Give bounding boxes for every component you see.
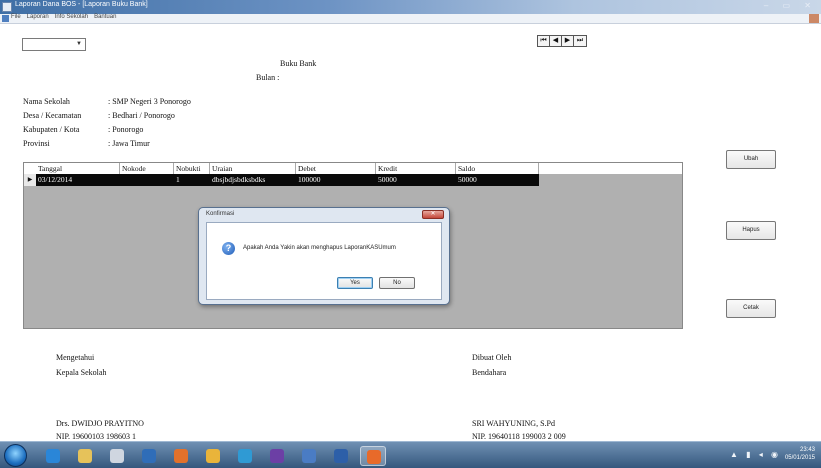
window-controls[interactable]: – ▭ ✕ <box>764 1 817 10</box>
outlook-icon <box>142 449 156 463</box>
menu-laporan[interactable]: Laporan <box>27 14 49 20</box>
info-label: Kabupaten / Kota <box>23 125 80 134</box>
info-value: : Bedhari / Ponorogo <box>108 111 175 120</box>
table-cell: 50000 <box>378 175 397 184</box>
taskbar-button[interactable] <box>328 446 354 466</box>
sig-left-nip: NIP. 19600103 198603 1 <box>56 432 137 441</box>
window-title: Laporan Dana BOS - [Laporan Buku Bank] <box>15 1 148 8</box>
taskbar-button[interactable] <box>200 446 226 466</box>
yes-button[interactable]: Yes <box>337 277 373 289</box>
column-header-saldo[interactable]: Saldo <box>456 163 539 174</box>
app-icon-orange <box>367 450 381 464</box>
confirm-dialog: Konfirmasi ✕ ? Apakah Anda Yakin akan me… <box>198 207 450 305</box>
document-icon <box>2 15 9 22</box>
record-navigator: ⏮ ◀ ▶ ⏭ <box>537 35 587 47</box>
table-cell: 03/12/2014 <box>38 175 73 184</box>
menu-file[interactable]: File <box>11 14 21 20</box>
column-header-kredit[interactable]: Kredit <box>376 163 456 174</box>
question-icon: ? <box>222 242 235 255</box>
taskbar-button[interactable] <box>360 446 386 466</box>
sig-left-line2: Kepala Sekolah <box>56 368 107 377</box>
close-icon[interactable]: ✕ <box>422 210 444 219</box>
word-icon <box>334 449 348 463</box>
tray-icons[interactable]: ▲ ▮ ◂ ◉ <box>730 450 781 459</box>
opera-icon <box>238 449 252 463</box>
dialog-title: Konfirmasi <box>206 211 235 217</box>
ie-icon <box>46 449 60 463</box>
sig-left-name: Drs. DWIDJO PRAYITNO <box>56 419 144 428</box>
prev-record-button[interactable]: ◀ <box>550 36 562 46</box>
sig-right-line2: Bendahara <box>472 368 507 377</box>
taskbar-button[interactable] <box>136 446 162 466</box>
clock[interactable]: 23:43 05/01/2015 <box>785 446 815 462</box>
info-label: Nama Sekolah <box>23 97 70 106</box>
column-header-nobukti[interactable]: Nobukti <box>174 163 210 174</box>
table-row[interactable]: 03/12/2014 1 dbsjbdjsbdksbdks 100000 500… <box>24 174 539 186</box>
start-button[interactable] <box>4 444 27 467</box>
grid-header: Tanggal Nokode Nobukti Uraian Debet Kred… <box>24 163 682 174</box>
clock-time: 23:43 <box>799 447 815 453</box>
ubah-button[interactable]: Ubah <box>726 150 776 169</box>
vs-icon <box>270 449 284 463</box>
report-month-label: Bulan : <box>256 73 280 82</box>
column-header-uraian[interactable]: Uraian <box>210 163 296 174</box>
info-value: : Ponorogo <box>108 125 144 134</box>
table-cell: dbsjbdjsbdksbdks <box>212 175 266 184</box>
hapus-button[interactable]: Hapus <box>726 221 776 240</box>
sig-left-line1: Mengetahui <box>56 353 95 362</box>
taskbar: ▲ ▮ ◂ ◉ 23:43 05/01/2015 <box>0 441 821 468</box>
no-button[interactable]: No <box>379 277 415 289</box>
info-label: Desa / Kecamatan <box>23 111 82 120</box>
chrome-icon <box>206 449 220 463</box>
taskbar-button[interactable] <box>40 446 66 466</box>
dialog-body: ? Apakah Anda Yakin akan menghapus Lapor… <box>206 222 442 300</box>
sig-right-nip: NIP. 19640118 199003 2 009 <box>472 432 566 441</box>
vb-icon <box>110 449 124 463</box>
clock-date: 05/01/2015 <box>784 455 815 461</box>
next-record-button[interactable]: ▶ <box>562 36 574 46</box>
app-icon <box>2 2 12 12</box>
table-cell <box>120 174 174 186</box>
firefox-icon <box>174 449 188 463</box>
table-cell: 50000 <box>458 175 477 184</box>
taskbar-button[interactable] <box>168 446 194 466</box>
column-header-nokode[interactable]: Nokode <box>120 163 174 174</box>
sig-right-name: SRI WAHYUNING, S.Pd <box>472 419 555 428</box>
menu-info-sekolah[interactable]: Info Sekolah <box>55 14 88 20</box>
table-cell: 100000 <box>298 175 321 184</box>
dialog-message: Apakah Anda Yakin akan menghapus Laporan… <box>243 245 396 251</box>
report-title: Buku Bank <box>280 59 317 68</box>
menu-bantuan[interactable]: Bantuan <box>94 14 116 20</box>
sig-right-line1: Dibuat Oleh <box>472 353 512 362</box>
taskbar-button[interactable] <box>72 446 98 466</box>
column-header-tanggal[interactable]: Tanggal <box>36 163 120 174</box>
column-header-debet[interactable]: Debet <box>296 163 376 174</box>
chevron-down-icon: ▼ <box>76 41 82 47</box>
info-value: : SMP Negeri 3 Ponorogo <box>108 97 191 106</box>
month-dropdown[interactable]: ▼ <box>22 38 86 51</box>
last-record-button[interactable]: ⏭ <box>574 36 586 46</box>
window-titlebar: Laporan Dana BOS - [Laporan Buku Bank] –… <box>0 0 821 14</box>
first-record-button[interactable]: ⏮ <box>538 36 550 46</box>
mdi-close-icon[interactable] <box>809 14 819 23</box>
taskbar-button[interactable] <box>264 446 290 466</box>
taskbar-button[interactable] <box>296 446 322 466</box>
table-cell: 1 <box>176 175 180 184</box>
info-label: Provinsi <box>23 139 50 148</box>
menu-bar: File Laporan Info Sekolah Bantuan <box>0 14 821 24</box>
app-icon-blue <box>302 449 316 463</box>
taskbar-button[interactable] <box>232 446 258 466</box>
explorer-icon <box>78 449 92 463</box>
cetak-button[interactable]: Cetak <box>726 299 776 318</box>
row-indicator-icon: ▶ <box>24 174 36 186</box>
taskbar-button[interactable] <box>104 446 130 466</box>
info-value: : Jawa Timur <box>108 139 150 148</box>
